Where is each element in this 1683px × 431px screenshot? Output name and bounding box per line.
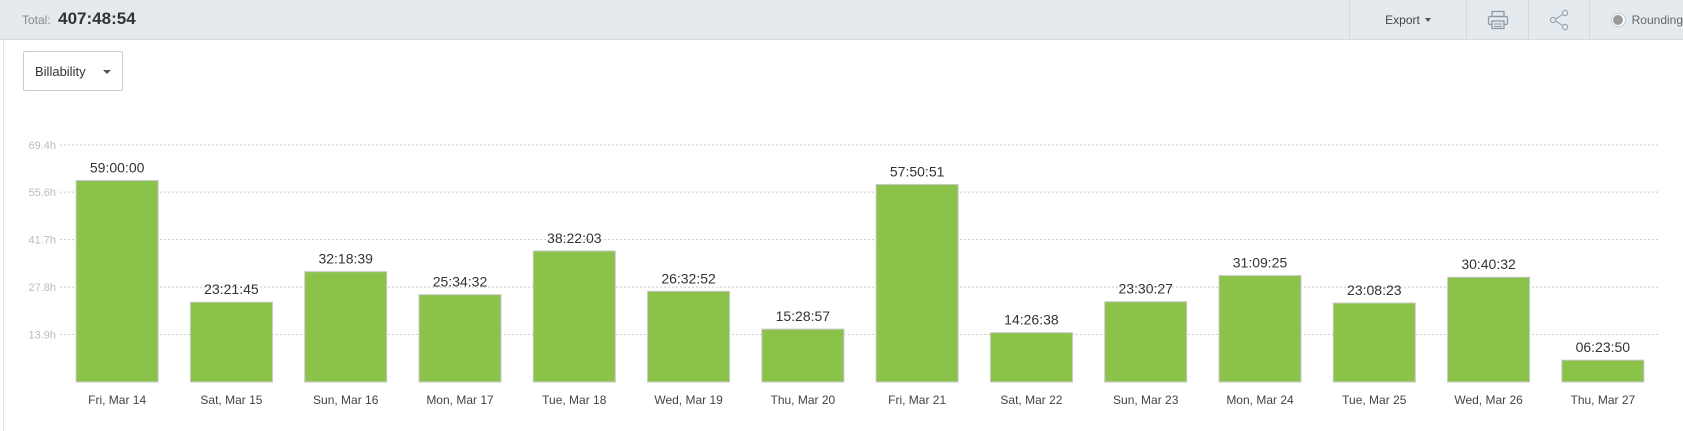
x-tick-label: Sat, Mar 22 — [1000, 393, 1062, 407]
y-tick-label: 69.4h — [28, 140, 56, 152]
x-tick-label: Sun, Mar 23 — [1113, 393, 1179, 407]
bar — [647, 290, 731, 383]
bar-value-label: 32:18:39 — [318, 251, 373, 267]
bar-value-label: 25:34:32 — [433, 274, 488, 290]
x-tick-label: Fri, Mar 14 — [88, 393, 146, 407]
x-tick-label: Thu, Mar 27 — [1571, 393, 1636, 407]
bar — [304, 271, 388, 383]
x-tick-label: Wed, Mar 19 — [654, 393, 723, 407]
x-tick-label: Thu, Mar 20 — [771, 393, 836, 407]
bar — [189, 301, 273, 383]
y-tick-label: 13.9h — [28, 330, 56, 342]
bar — [1447, 276, 1531, 383]
bar-value-label: 06:23:50 — [1576, 339, 1631, 355]
y-tick-label: 55.6h — [28, 187, 56, 199]
bar-value-label: 31:09:25 — [1233, 255, 1288, 271]
x-tick-label: Wed, Mar 26 — [1454, 393, 1523, 407]
bar-value-label: 15:28:57 — [776, 308, 831, 324]
bar-value-label: 23:08:23 — [1347, 282, 1402, 298]
bar — [761, 328, 845, 383]
bar — [989, 332, 1073, 383]
bar-value-label: 14:26:38 — [1004, 312, 1059, 328]
bar-value-label: 30:40:32 — [1461, 256, 1516, 272]
x-tick-label: Tue, Mar 18 — [542, 393, 607, 407]
billability-bar-chart: 13.9h 27.8h 41.7h 55.6h 69.4h 59:00:00 Fri, M… — [28, 140, 1660, 407]
bar — [418, 294, 502, 383]
x-tick-label: Sat, Mar 15 — [200, 393, 262, 407]
bar-value-label: 26:32:52 — [661, 270, 716, 286]
bar — [1561, 359, 1645, 383]
x-tick-label: Tue, Mar 25 — [1342, 393, 1407, 407]
bar — [875, 183, 959, 383]
x-tick-label: Mon, Mar 17 — [426, 393, 494, 407]
bar-value-label: 38:22:03 — [547, 230, 602, 246]
bar-value-label: 23:21:45 — [204, 281, 259, 297]
bar-value-label: 23:30:27 — [1118, 281, 1173, 297]
x-tick-label: Sun, Mar 16 — [313, 393, 379, 407]
bar — [75, 180, 159, 383]
bar — [1104, 301, 1188, 383]
y-tick-label: 41.7h — [28, 235, 56, 247]
y-tick-label: 27.8h — [28, 282, 56, 294]
bar — [1218, 275, 1302, 383]
bar-value-label: 57:50:51 — [890, 163, 945, 179]
x-tick-label: Mon, Mar 24 — [1226, 393, 1294, 407]
bar — [532, 250, 616, 383]
x-tick-label: Fri, Mar 21 — [888, 393, 946, 407]
bar-value-label: 59:00:00 — [90, 160, 145, 176]
bar — [1332, 302, 1416, 383]
